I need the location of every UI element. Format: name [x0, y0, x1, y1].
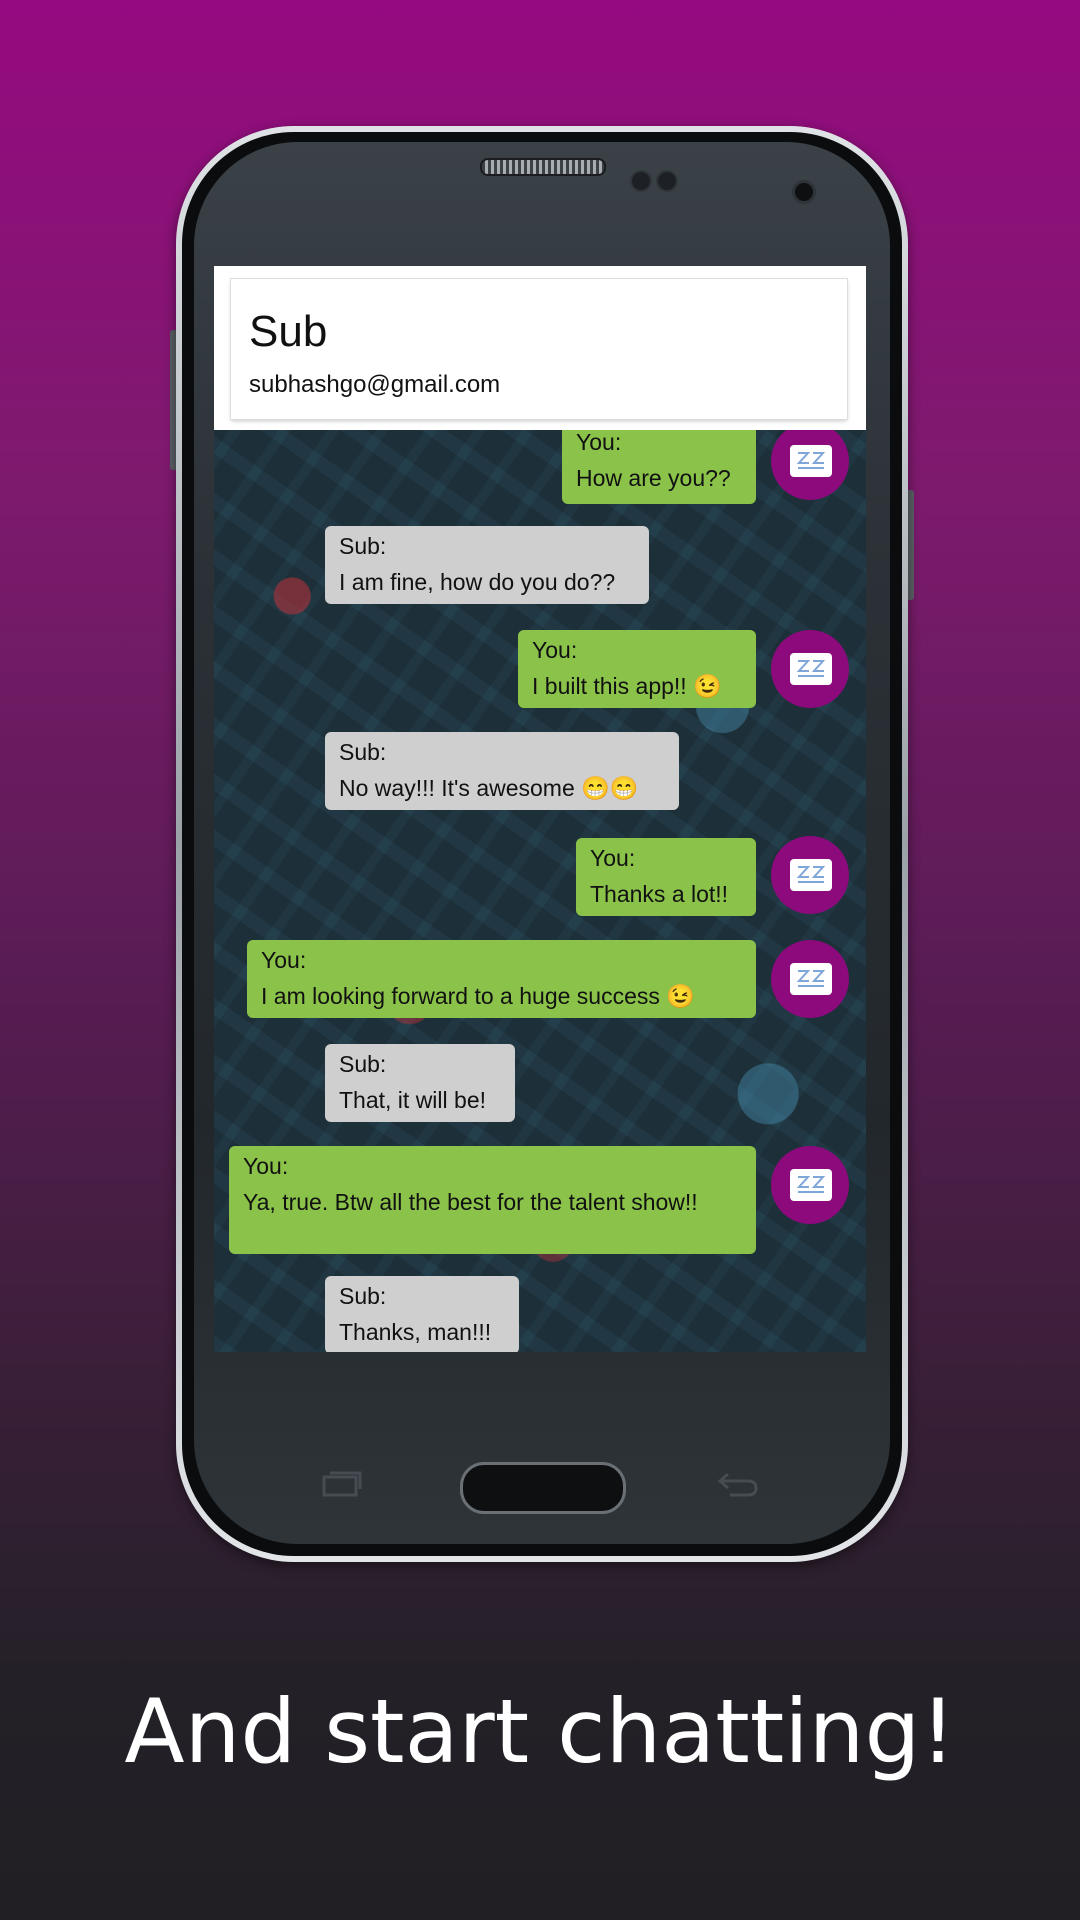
recent-apps-key[interactable] — [320, 1468, 364, 1500]
app-logo-icon — [790, 445, 832, 477]
message-text: Ya, true. Btw all the best for the talen… — [243, 1189, 698, 1216]
front-camera — [792, 180, 816, 204]
contact-name: Sub — [249, 307, 328, 356]
message-sender: You: — [590, 845, 636, 871]
avatar — [771, 1146, 849, 1224]
message-sender: You: — [261, 947, 307, 973]
message-bubble-sub: Sub: I am fine, how do you do?? — [325, 526, 649, 604]
proximity-sensor — [630, 170, 652, 192]
app-logo-icon — [790, 653, 832, 685]
message-bubble-you: You: How are you?? — [562, 430, 756, 504]
message-bubble-sub: Sub: Thanks, man!!! — [325, 1276, 519, 1352]
message-sender: You: — [576, 430, 622, 455]
message-sender: Sub: — [339, 1283, 387, 1309]
message-text: I built this app!! 😉 — [532, 673, 722, 700]
message-sender: Sub: — [339, 533, 387, 559]
chat-header: Sub subhashgo@gmail.com — [214, 266, 866, 430]
app-logo-icon — [790, 1169, 832, 1201]
app-logo-icon — [790, 963, 832, 995]
chat-messages[interactable]: You: How are you?? Sub: I am fine, how d… — [214, 430, 866, 1352]
app-logo-icon — [790, 859, 832, 891]
message-text: I am looking forward to a huge success 😉 — [261, 983, 695, 1010]
avatar — [771, 630, 849, 708]
app-screen: Sub subhashgo@gmail.com You: How are you… — [214, 266, 866, 1352]
promo-caption: And start chatting! — [124, 1680, 956, 1783]
message-text: How are you?? — [576, 465, 731, 492]
home-button[interactable] — [460, 1462, 626, 1514]
back-key[interactable] — [716, 1468, 760, 1500]
message-text: Thanks a lot!! — [590, 881, 729, 908]
message-text: I am fine, how do you do?? — [339, 569, 616, 596]
message-bubble-you: You: Ya, true. Btw all the best for the … — [229, 1146, 756, 1254]
message-text: Thanks, man!!! — [339, 1319, 492, 1346]
message-bubble-you: You: I am looking forward to a huge succ… — [247, 940, 756, 1018]
avatar — [771, 430, 849, 500]
avatar — [771, 836, 849, 914]
message-sender: You: — [532, 637, 578, 663]
message-sender: Sub: — [339, 1051, 387, 1077]
recent-apps-icon — [322, 1471, 362, 1497]
message-sender: You: — [243, 1153, 289, 1179]
message-bubble-sub: Sub: That, it will be! — [325, 1044, 515, 1122]
message-bubble-you: You: Thanks a lot!! — [576, 838, 756, 916]
message-text: That, it will be! — [339, 1087, 486, 1114]
contact-card[interactable]: Sub subhashgo@gmail.com — [231, 279, 847, 419]
message-text: No way!!! It's awesome 😁😁 — [339, 775, 639, 802]
message-bubble-you: You: I built this app!! 😉 — [518, 630, 756, 708]
contact-email: subhashgo@gmail.com — [249, 371, 501, 398]
earpiece-speaker — [480, 158, 606, 176]
message-bubble-sub: Sub: No way!!! It's awesome 😁😁 — [325, 732, 679, 810]
back-icon — [717, 1472, 758, 1497]
avatar — [771, 940, 849, 1018]
light-sensor — [656, 170, 678, 192]
message-sender: Sub: — [339, 739, 387, 765]
